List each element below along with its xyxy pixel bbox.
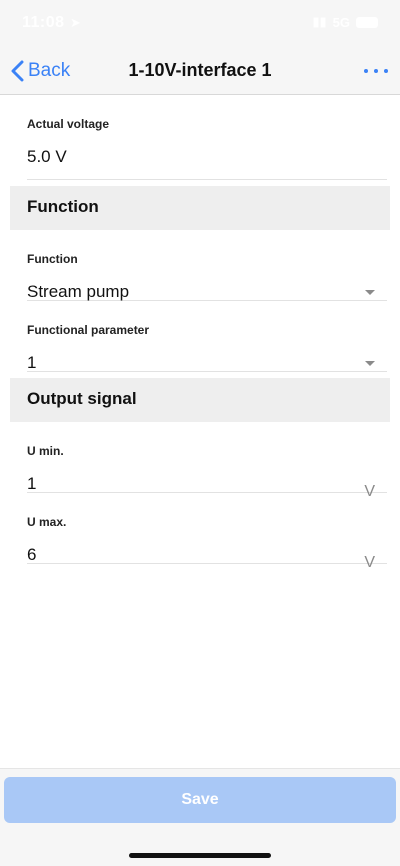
caret-down-icon — [365, 361, 375, 366]
status-time: 11:08 — [22, 14, 65, 31]
page-title: 1-10V-interface 1 — [128, 60, 272, 80]
actual-voltage-field: Actual voltage 5.0 V — [27, 95, 387, 180]
form-content: Actual voltage 5.0 V Function Function S… — [0, 95, 400, 571]
battery-icon — [356, 16, 378, 28]
function-value: Stream pump — [27, 282, 130, 301]
u-max-unit: V — [364, 554, 375, 571]
footer: Save — [0, 768, 400, 866]
section-output-signal: Output signal — [10, 378, 390, 422]
dot — [364, 69, 368, 73]
u-max-label: U max. — [27, 515, 67, 529]
location-arrow-icon: ➤ — [70, 15, 81, 30]
functional-parameter-select[interactable]: Functional parameter 1 — [27, 301, 387, 372]
dot — [384, 69, 388, 73]
home-indicator — [129, 853, 271, 858]
actual-voltage-value: 5.0 V — [27, 147, 67, 166]
section-output-signal-title: Output signal — [27, 389, 137, 408]
functional-parameter-label: Functional parameter — [27, 323, 150, 337]
actual-voltage-label: Actual voltage — [27, 117, 110, 131]
function-label: Function — [27, 252, 78, 266]
section-function-title: Function — [27, 197, 99, 216]
nav-bar: Back 1-10V-interface 1 — [0, 48, 400, 95]
signal-icon: ▮▮ — [312, 14, 327, 29]
save-button[interactable]: Save — [4, 777, 396, 823]
u-min-field[interactable]: U min. 1 V — [27, 422, 387, 500]
status-bar: 11:08 ➤ ▮▮ 5G — [0, 0, 400, 48]
u-max-field[interactable]: U max. 6 V — [27, 493, 387, 571]
section-function: Function — [10, 186, 390, 230]
u-min-input[interactable]: 1 — [27, 474, 36, 494]
caret-down-icon — [365, 290, 375, 295]
function-select[interactable]: Function Stream pump — [27, 230, 387, 301]
u-max-input[interactable]: 6 — [27, 545, 36, 565]
network-type: 5G — [332, 14, 350, 30]
u-min-label: U min. — [27, 444, 64, 458]
functional-parameter-value: 1 — [27, 353, 37, 372]
status-indicators: ▮▮ 5G — [312, 14, 378, 30]
more-options-icon[interactable] — [364, 62, 388, 80]
dot — [374, 69, 378, 73]
